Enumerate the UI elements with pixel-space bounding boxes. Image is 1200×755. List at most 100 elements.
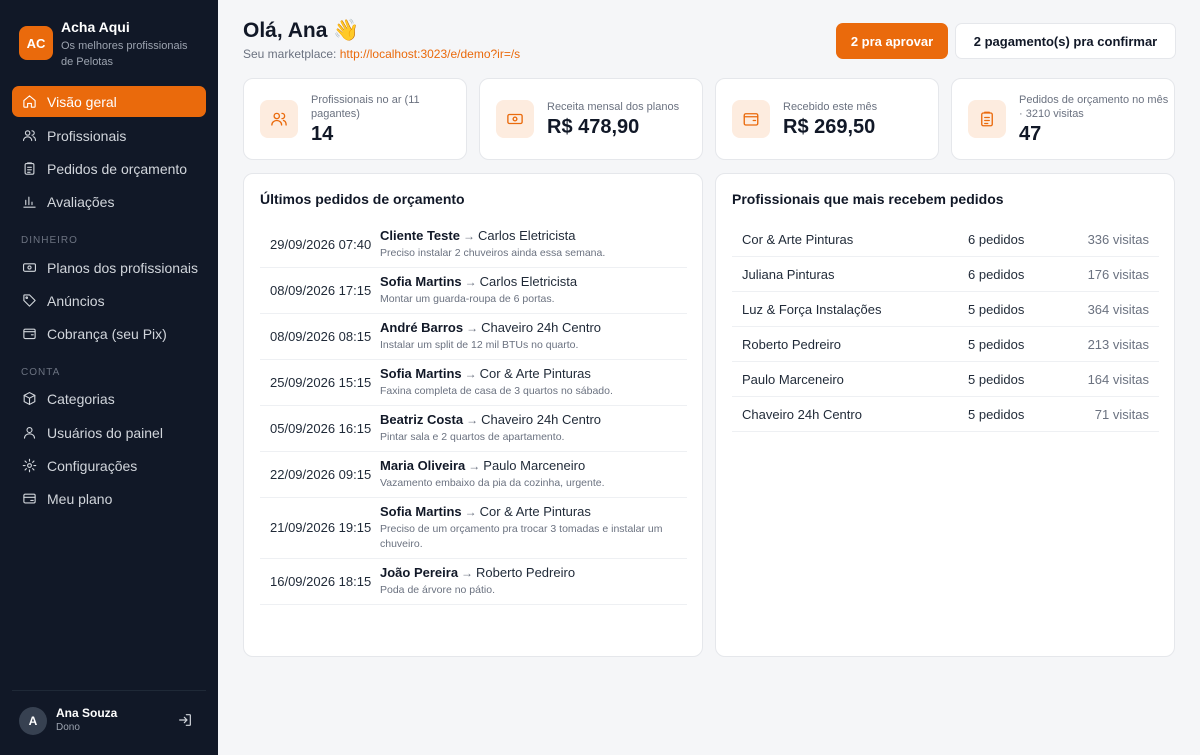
nav-item-billing[interactable]: Cobrança (seu Pix) [12,318,206,349]
nav-item-overview[interactable]: Visão geral [12,86,206,117]
order-date: 08/09/2026 08:15 [270,328,372,344]
nav-item-panel-users[interactable]: Usuários do painel [12,417,206,448]
order-professional: Chaveiro 24h Centro [481,320,602,335]
panel-title: Últimos pedidos de orçamento [260,191,465,207]
order-heading: João Pereira → Roberto Pedreiro [380,565,687,581]
order-row[interactable]: 29/09/2026 07:40 Cliente Teste → Carlos El… [260,222,687,268]
arrow-icon: → [462,229,475,243]
wallet-icon [743,113,759,126]
order-date: 08/09/2026 17:15 [270,282,372,298]
nav-item-label: Visão geral [47,93,117,110]
marketplace-label: Seu marketplace: [243,47,337,61]
nav-item-categories[interactable]: Categorias [12,383,206,414]
order-professional: Cor & Arte Pinturas [479,504,591,519]
order-date: 05/09/2026 16:15 [270,420,372,436]
professional-orders: 5 pedidos [968,301,1025,317]
professional-name: Cor & Arte Pinturas [742,231,854,247]
sidebar: AC Acha Aqui Os melhores profissionais d… [0,0,218,755]
order-professional: Carlos Eletricista [479,274,578,289]
nav-item-my-plan[interactable]: Meu plano [12,483,206,514]
order-row[interactable]: 08/09/2026 08:15 André Barros → Chaveiro 2… [260,314,687,360]
stat-icon-box [732,100,770,138]
professional-row[interactable]: Juliana Pinturas 6 pedidos 176 visitas [732,257,1159,292]
stat-value: R$ 269,50 [783,115,876,138]
order-description: Montar um guarda-roupa de 6 portas. [380,293,555,305]
money-icon [507,113,523,125]
order-row[interactable]: 25/09/2026 15:15 Sofia Martins → Cor & Art… [260,360,687,406]
order-heading: André Barros → Chaveiro 24h Centro [380,320,687,336]
order-body: Sofia Martins → Cor & Arte Pinturas Faxina… [380,366,687,399]
professional-name: Paulo Marceneiro [742,371,844,387]
professional-visits: 213 visitas [1087,336,1149,352]
nav-item-label: Anúncios [47,292,105,309]
professional-row[interactable]: Paulo Marceneiro 5 pedidos 164 visitas [732,362,1159,397]
order-row[interactable]: 21/09/2026 19:15 Sofia Martins → Cor & Art… [260,498,687,559]
sidebar-divider [12,690,206,691]
professional-row[interactable]: Roberto Pedreiro 5 pedidos 213 visitas [732,327,1159,362]
nav-section-money: DINHEIRO [21,235,78,246]
nav-item-label: Profissionais [47,127,127,144]
nav-item-label: Pedidos de orçamento [47,160,188,177]
users-icon [23,130,36,142]
nav-item-ads[interactable]: Anúncios [12,285,206,316]
professional-visits: 71 visitas [1094,406,1149,422]
order-row[interactable]: 16/09/2026 18:15 João Pereira → Roberto Pe… [260,559,687,605]
order-description: Vazamento embaixo da pia da cozinha, urg… [380,477,605,489]
stat-label: Receita mensal dos planos [547,100,680,113]
order-heading: Cliente Teste → Carlos Eletricista [380,228,687,244]
card-icon [23,493,36,504]
money-icon [23,263,36,272]
order-row[interactable]: 08/09/2026 17:15 Sofia Martins → Carlos El… [260,268,687,314]
wallet-icon [23,328,36,340]
stat-value: 14 [311,122,334,145]
order-professional: Paulo Marceneiro [483,458,586,473]
order-description: Preciso instalar 2 chuveiros ainda essa … [380,247,606,259]
top-professionals-list: Cor & Arte Pinturas 6 pedidos 336 visita… [732,222,1159,432]
arrow-icon: → [464,367,477,381]
order-client: Cliente Teste [380,228,460,243]
nav-item-plans[interactable]: Planos dos profissionais [12,252,206,283]
nav-item-professionals[interactable]: Profissionais [12,120,206,151]
professional-row[interactable]: Cor & Arte Pinturas 6 pedidos 336 visita… [732,222,1159,257]
professional-row[interactable]: Luz & Força Instalações 5 pedidos 364 vi… [732,292,1159,327]
approve-button[interactable]: 2 pra aprovar [836,23,948,59]
order-body: Maria Oliveira → Paulo Marceneiro Vazament… [380,458,687,491]
tag-icon [23,294,36,307]
stat-label: Pedidos de orçamento no mês · 3210 visit… [1019,93,1169,120]
order-heading: Beatriz Costa → Chaveiro 24h Centro [380,412,687,428]
order-date: 29/09/2026 07:40 [270,236,372,252]
orders-list: 29/09/2026 07:40 Cliente Teste → Carlos El… [260,222,687,605]
order-body: João Pereira → Roberto Pedreiro Poda de ár… [380,565,687,598]
marketplace-link[interactable]: http://localhost:3023/e/demo?ir=/s [340,47,520,61]
arrow-icon: → [466,321,479,335]
order-date: 16/09/2026 18:15 [270,573,372,589]
professional-orders: 5 pedidos [968,371,1025,387]
stat-card-received: Recebido este mês R$ 269,50 [715,78,939,160]
order-description: Poda de árvore no pátio. [380,584,495,596]
logout-button[interactable] [177,712,193,728]
arrow-icon: → [464,275,477,289]
bar-chart-icon [23,196,36,208]
user-name: Ana Souza [56,706,118,720]
order-row[interactable]: 22/09/2026 09:15 Maria Oliveira → Paulo Ma… [260,452,687,498]
stat-card-revenue: Receita mensal dos planos R$ 478,90 [479,78,703,160]
order-heading: Sofia Martins → Cor & Arte Pinturas [380,504,687,520]
nav-item-quote-requests[interactable]: Pedidos de orçamento [12,153,206,184]
confirm-payments-button[interactable]: 2 pagamento(s) pra confirmar [955,23,1176,59]
nav-item-reviews[interactable]: Avaliações [12,186,206,217]
nav-item-settings[interactable]: Configurações [12,450,206,481]
professional-row[interactable]: Chaveiro 24h Centro 5 pedidos 71 visitas [732,397,1159,432]
nav-item-label: Avaliações [47,193,115,210]
order-body: Beatriz Costa → Chaveiro 24h Centro Pintar… [380,412,687,445]
nav-item-label: Meu plano [47,490,113,507]
order-professional: Roberto Pedreiro [476,565,576,580]
order-row[interactable]: 05/09/2026 16:15 Beatriz Costa → Chaveiro … [260,406,687,452]
nav-item-label: Cobrança (seu Pix) [47,325,167,342]
clipboard-icon [24,162,35,175]
stat-value: R$ 478,90 [547,115,640,138]
brand-logo: AC [19,26,53,60]
latest-orders-panel: Últimos pedidos de orçamento 29/09/2026 … [243,173,703,657]
brand[interactable]: AC Acha Aqui Os melhores profissionais d… [19,18,201,70]
order-client: Sofia Martins [380,366,462,381]
professional-name: Juliana Pinturas [742,266,835,282]
